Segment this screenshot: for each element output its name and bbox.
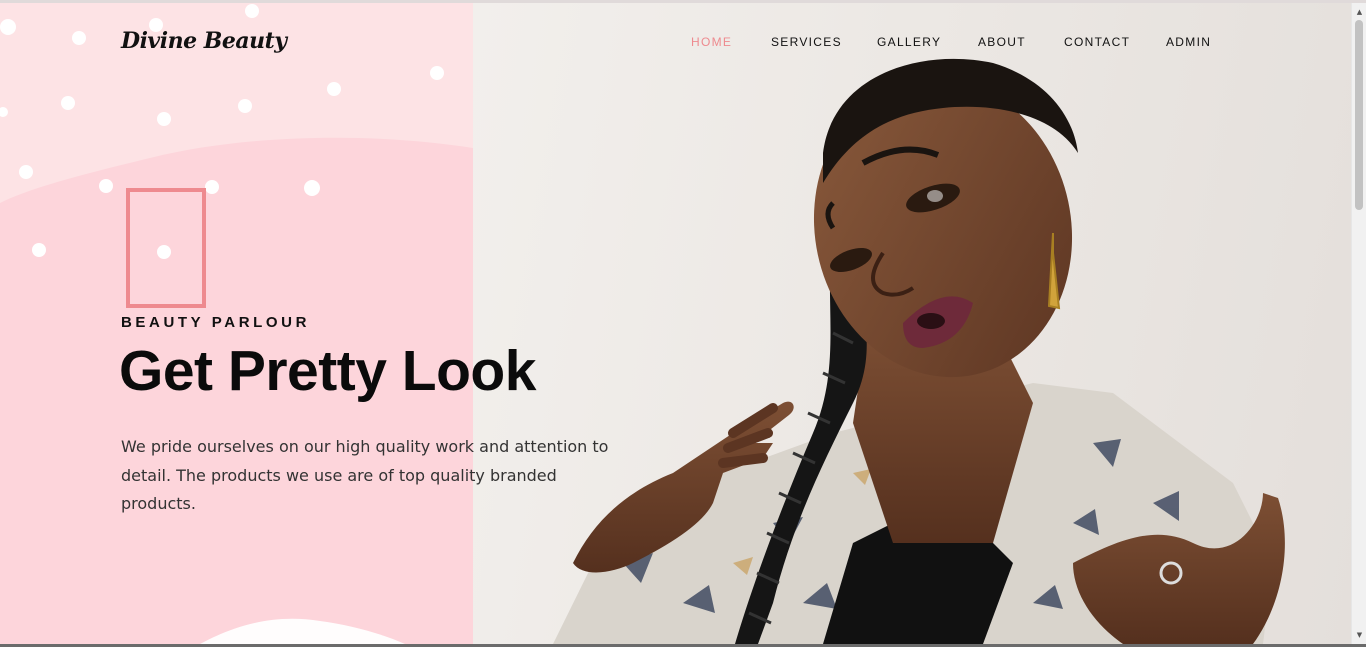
main-navigation: HOME SERVICES GALLERY ABOUT CONTACT ADMI… [0, 35, 1366, 51]
nav-about[interactable]: ABOUT [978, 35, 1026, 49]
woman-portrait-illustration [553, 58, 1285, 644]
nav-contact[interactable]: CONTACT [1064, 35, 1130, 49]
vertical-scrollbar[interactable]: ▲ ▼ [1351, 3, 1366, 644]
hero-kicker: BEAUTY PARLOUR [121, 314, 311, 331]
nav-home[interactable]: HOME [691, 35, 732, 49]
scrollbar-thumb[interactable] [1355, 20, 1363, 210]
scroll-down-arrow-icon[interactable]: ▼ [1352, 628, 1366, 642]
nav-services[interactable]: SERVICES [771, 35, 842, 49]
hero-title: Get Pretty Look [119, 339, 536, 403]
hero-page: Divine Beauty HOME SERVICES GALLERY ABOU… [0, 0, 1366, 647]
scroll-up-arrow-icon[interactable]: ▲ [1352, 5, 1366, 19]
hero-description: We pride ourselves on our high quality w… [121, 437, 609, 513]
nav-gallery[interactable]: GALLERY [877, 35, 941, 49]
decorative-frame [126, 188, 206, 308]
nav-admin[interactable]: ADMIN [1166, 35, 1211, 49]
brush-stroke [200, 618, 405, 644]
hero-photo [473, 3, 1351, 644]
